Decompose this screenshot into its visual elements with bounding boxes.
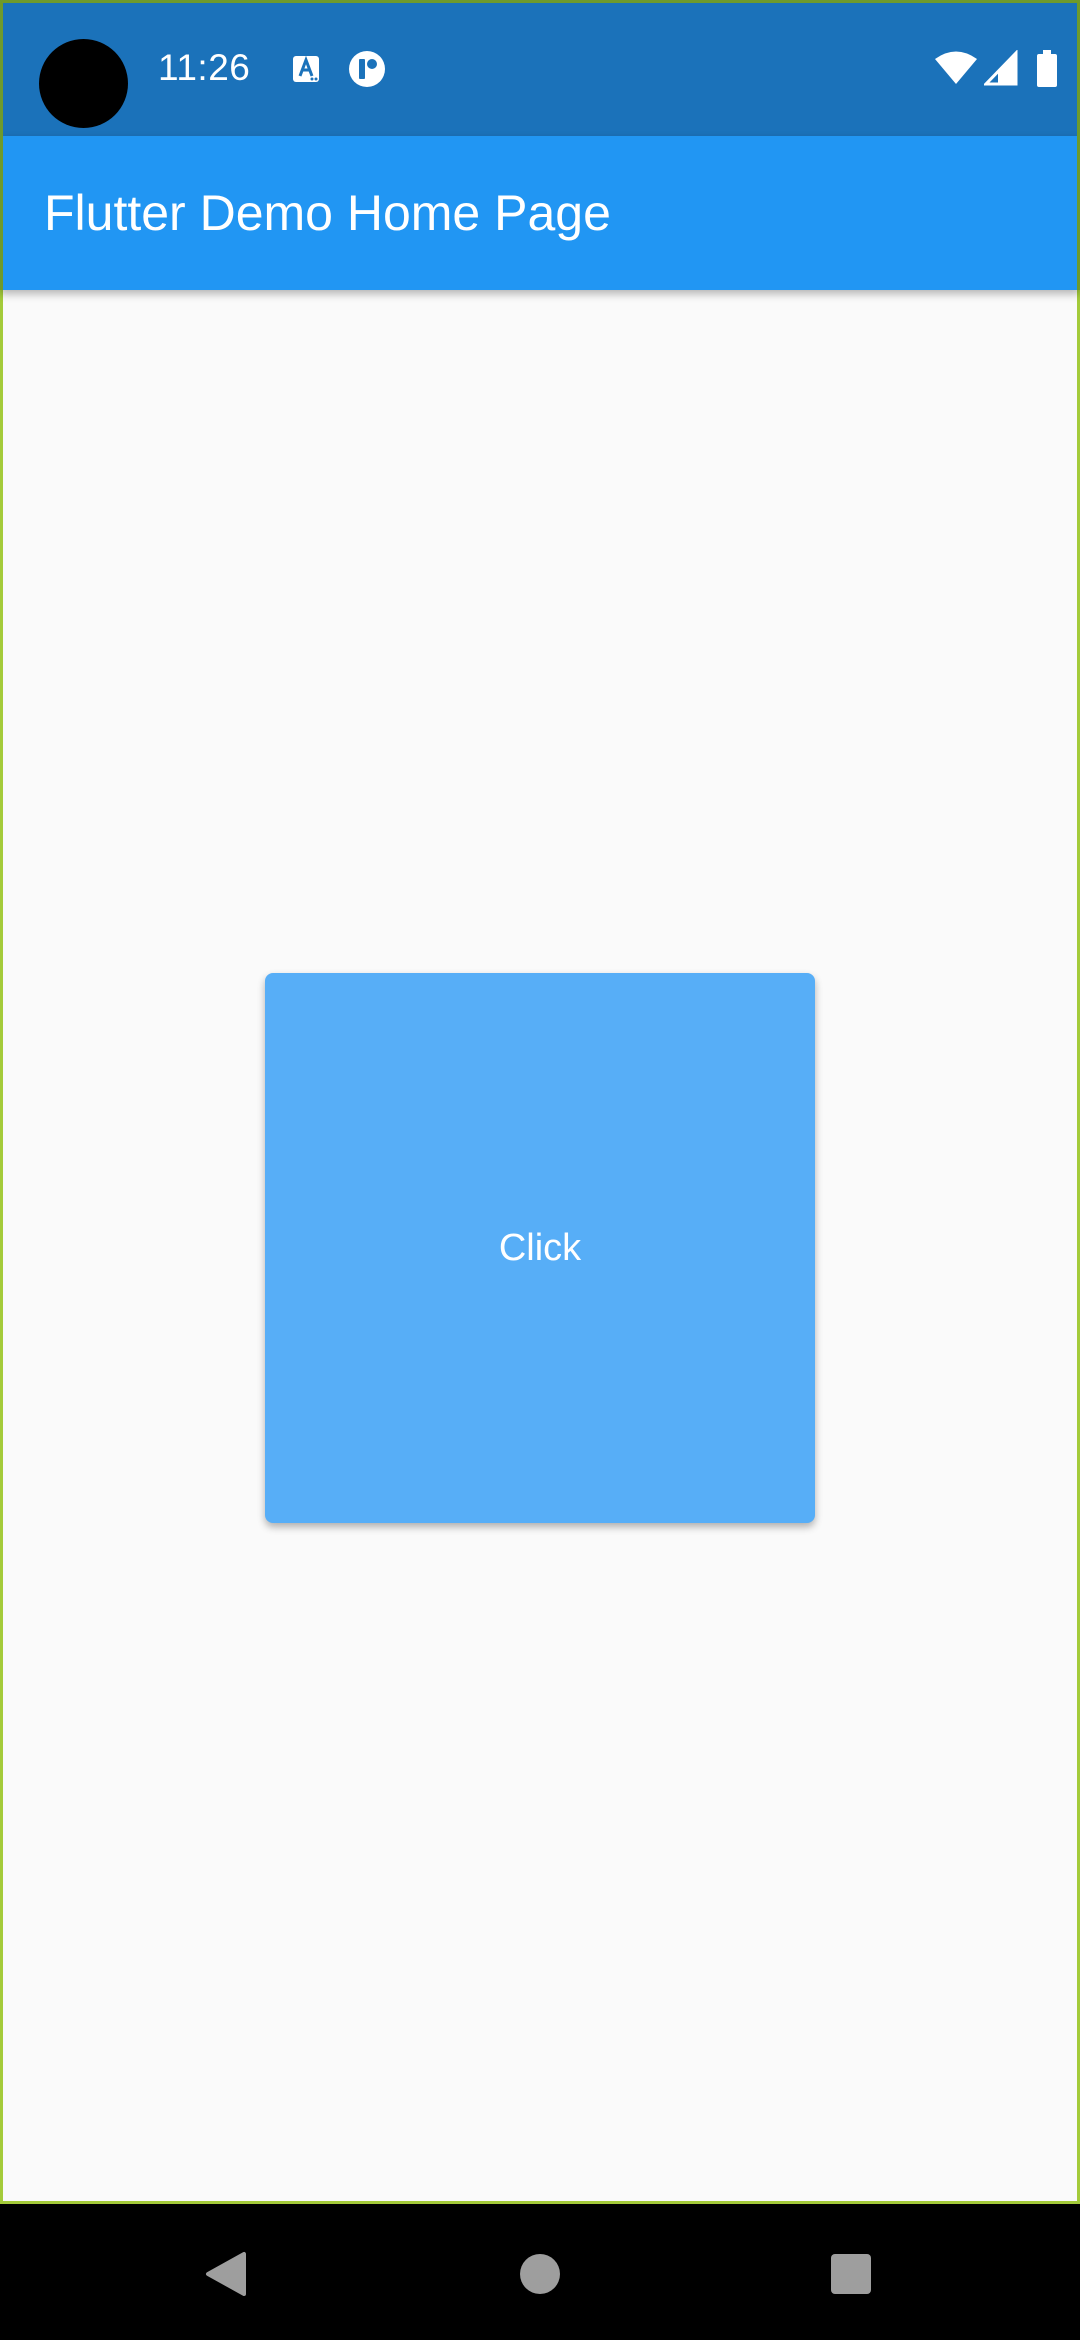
camera-cutout xyxy=(39,39,128,128)
back-button[interactable] xyxy=(146,2207,306,2340)
frame-border xyxy=(0,0,1080,3)
app-bar: Flutter Demo Home Page xyxy=(0,136,1080,290)
accessibility-notification-icon xyxy=(293,55,319,82)
click-button-label: Click xyxy=(498,1226,582,1269)
screen: 11:26 Flutter Demo Home Page Click xyxy=(0,0,1080,2340)
recents-button[interactable] xyxy=(771,2207,931,2340)
wifi-icon xyxy=(935,51,977,84)
click-button[interactable]: Click xyxy=(265,973,815,1523)
recents-icon xyxy=(831,2253,871,2294)
battery-icon xyxy=(1037,50,1057,87)
home-icon xyxy=(520,2253,560,2294)
app-notification-icon xyxy=(349,51,385,87)
cellular-signal-icon xyxy=(984,50,1018,86)
status-time: 11:26 xyxy=(158,47,251,88)
status-bar: 11:26 xyxy=(0,0,1080,136)
frame-border xyxy=(0,0,3,290)
navigation-bar xyxy=(0,2207,1080,2340)
back-icon xyxy=(206,2251,246,2296)
page-title: Flutter Demo Home Page xyxy=(44,185,611,241)
home-button[interactable] xyxy=(460,2207,620,2340)
